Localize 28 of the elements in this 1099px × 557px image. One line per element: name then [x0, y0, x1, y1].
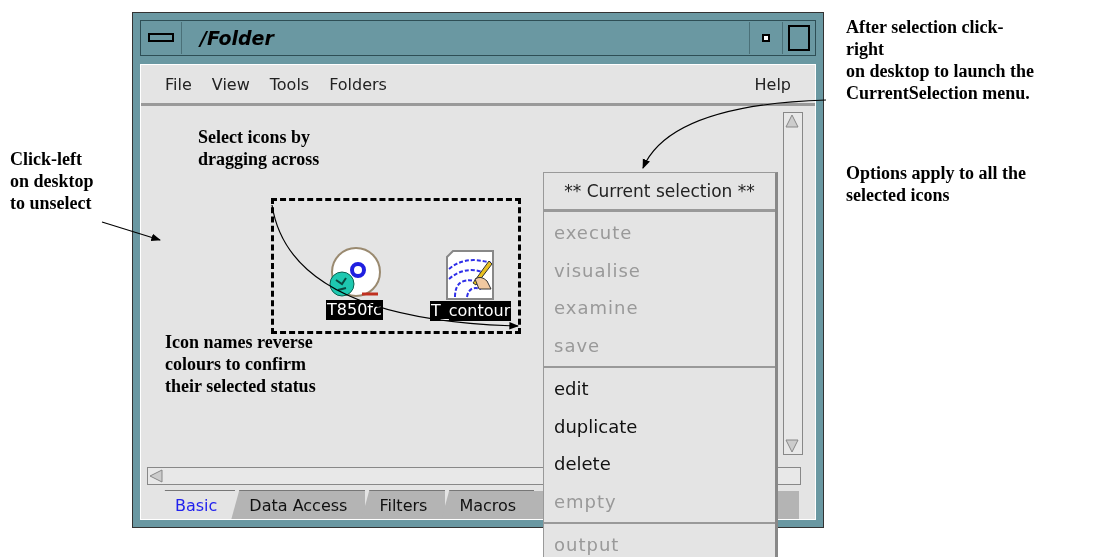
menu-title: ** Current selection ** — [544, 173, 775, 212]
icon-label[interactable]: T850fc — [326, 300, 383, 320]
annotation-text: Options apply to all the selected icons — [846, 162, 1028, 206]
vertical-scrollbar[interactable] — [783, 112, 803, 455]
annotation-text: Icon names reverse colours to confirm their selected status — [165, 331, 316, 397]
menu-item[interactable]: Tools — [259, 74, 320, 94]
menu-item[interactable]: edit — [544, 370, 775, 408]
scroll-up-icon[interactable] — [784, 113, 800, 129]
annotation-arrow — [101, 221, 161, 242]
annotation-text: Click-left on desktop to unselect — [10, 148, 94, 214]
scroll-left-icon[interactable] — [148, 469, 164, 483]
window-menu-icon[interactable] — [148, 33, 174, 43]
minimize-icon[interactable] — [762, 34, 770, 42]
menu-item[interactable]: delete — [544, 445, 775, 483]
tab[interactable]: Data Access — [231, 490, 366, 519]
contour-document-icon — [444, 249, 497, 301]
menu-item[interactable]: duplicate — [544, 407, 775, 445]
maximize-icon[interactable] — [788, 25, 810, 51]
menu-item[interactable]: View — [201, 74, 260, 94]
annotation-text: After selection click- right on desktop to launch the CurrentSelection menu. — [846, 16, 1036, 104]
menu-item[interactable]: Help — [744, 74, 801, 94]
window-title: /Folder — [197, 27, 276, 49]
disc-globe-icon — [326, 244, 383, 300]
menu-item[interactable]: Folders — [319, 74, 397, 94]
menu-item[interactable]: File — [155, 74, 202, 94]
scroll-down-icon[interactable] — [784, 438, 800, 454]
icon-label[interactable]: T_contour — [430, 301, 512, 321]
annotation-text: Select icons by dragging across — [198, 126, 320, 170]
